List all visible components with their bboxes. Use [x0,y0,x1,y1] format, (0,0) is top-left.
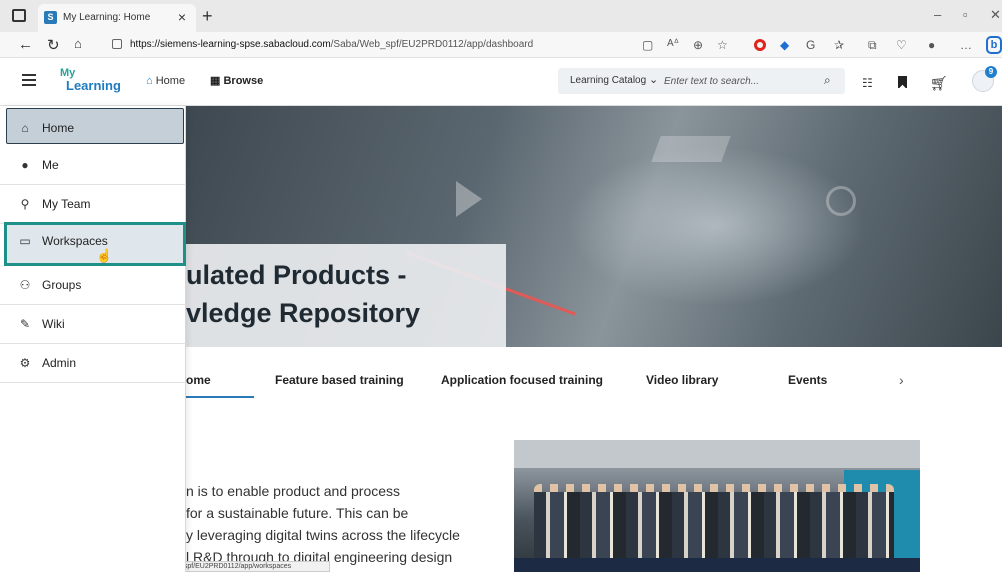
extension-icon[interactable] [754,39,766,51]
tab-video-library[interactable]: Video library [646,373,718,387]
intro-line: for a sustainable future. This can be [186,505,409,521]
hero-title: ulated Products - vledge Repository [186,260,421,328]
notification-badge: 9 [985,66,997,78]
more-icon[interactable]: … [960,38,972,52]
hero-title-box: ulated Products - vledge Repository [186,244,506,347]
tab-events[interactable]: Events [788,373,827,387]
sidebar-item-label: Groups [42,278,82,292]
refresh-icon[interactable]: ↻ [47,36,60,54]
browser-tab-bar: S My Learning: Home × + – ▫ ✕ [0,0,1002,32]
search-icon[interactable]: ⌕ [824,73,831,88]
new-tab-icon[interactable]: + [202,6,213,27]
magnifier-icon [826,186,856,216]
tab-actions-icon[interactable] [12,9,26,22]
nav-browse-label: Browse [223,75,264,87]
cart-icon[interactable]: 🛒︎ [930,75,948,92]
url-host: https://siemens-learning-spse.sabacloud.… [130,39,331,50]
tab-feature-based-training[interactable]: Feature based training [275,373,404,387]
intro-line: n is to enable product and process [186,483,401,499]
profile-icon[interactable]: ● [928,38,935,52]
read-aloud-icon[interactable]: Aᐞ [667,38,679,49]
chevron-right-icon[interactable]: › [899,372,904,388]
url-field[interactable]: https://siemens-learning-spse.sabacloud.… [100,35,620,55]
intro-text: n is to enable product and process for a… [186,480,506,568]
admin-icon: ⚙ [19,356,31,370]
nav-home[interactable]: ⌂ Home [146,75,185,87]
zoom-icon[interactable]: ⊕ [693,38,703,52]
sidebar-item-wiki[interactable]: ✎ Wiki [0,305,186,344]
person-icon: ● [21,158,29,172]
hero-banner: ulated Products - vledge Repository [186,106,1002,347]
search-scope-select[interactable]: Learning Catalog [570,75,646,86]
reader-icon[interactable]: ▢ [642,38,653,52]
extension-3-icon[interactable]: G [806,38,815,52]
bookmark-icon[interactable] [898,76,907,88]
nav-home-label: Home [155,75,186,87]
sidebar-item-label: Home [42,121,75,135]
sidebar-item-workspaces[interactable]: ▭ Workspaces [4,222,186,266]
menu-icon[interactable] [22,74,36,86]
grid-icon: ▦ [210,75,221,87]
tab-home[interactable]: ome [186,373,211,387]
tab-close-icon[interactable]: × [178,9,186,25]
browser-essentials-icon[interactable]: ♡ [896,38,907,52]
avatar[interactable]: 9 [972,66,997,92]
browser-tab[interactable]: S My Learning: Home × [38,4,196,32]
intro-line: y leveraging digital twins across the li… [186,527,460,543]
nav-browse[interactable]: ▦ Browse [210,74,263,87]
home-icon[interactable]: ⌂ [74,36,82,51]
tab-application-focused-training[interactable]: Application focused training [441,373,603,387]
sidebar-item-label: Wiki [42,317,65,331]
minimize-icon[interactable]: – [934,7,941,22]
sidebar-item-me[interactable]: ● Me [0,146,186,185]
extension-2-icon[interactable]: ◆ [780,38,789,52]
site-favicon-icon: S [44,11,57,24]
home-nav-icon: ⌂ [146,75,153,87]
url-path: /Saba/Web_spf/EU2PRD0112/app/dashboard [330,39,534,50]
search-bar: Learning Catalog ⌄ ⌕ [558,68,845,94]
team-icon: ⚲ [20,197,30,211]
mylearning-logo[interactable]: My Learning [60,67,130,97]
restore-icon[interactable]: ▫ [963,7,968,22]
sidebar-item-label: Me [42,158,59,172]
wiki-icon: ✎ [19,317,31,331]
sidebar-item-label: Admin [42,356,77,370]
sidebar-item-home[interactable]: ⌂ Home [6,108,184,144]
home-icon: ⌂ [21,121,29,135]
sidebar-item-admin[interactable]: ⚙ Admin [0,344,186,383]
lock-icon[interactable] [112,39,122,49]
address-bar-row: ← ↻ ⌂ https://siemens-learning-spse.saba… [0,32,1002,58]
sidebar-item-label: My Team [42,197,91,211]
sidebar-menu: ⌂ Home ● Me ⚲ My Team ▭ Workspaces ⚇ Gro… [0,106,186,572]
team-photo [514,440,920,572]
page-tabs: ome Feature based training Application f… [186,364,1002,398]
graduation-cap-icon [651,136,731,162]
hand-cursor-icon: ☝ [96,248,113,263]
play-icon [456,181,482,217]
window-close-icon[interactable]: ✕ [990,7,1001,23]
sidebar-item-label: Workspaces [42,234,108,248]
back-icon[interactable]: ← [18,36,33,53]
filter-icon[interactable]: ☷ [862,76,873,90]
app-header: My Learning ⌂ Home ▦ Browse Learning Cat… [0,58,1002,106]
logo-learning: Learning [66,78,121,93]
favorites-icon[interactable]: ✰ [834,38,844,52]
search-input[interactable] [664,72,804,90]
sidebar-item-my-team[interactable]: ⚲ My Team [0,185,186,224]
bing-icon[interactable]: b [986,36,1002,54]
workspace-icon: ▭ [19,234,31,248]
hero-glow [566,146,866,306]
chevron-down-icon[interactable]: ⌄ [649,73,658,86]
active-tab-indicator [186,396,254,398]
favorite-icon[interactable]: ☆ [717,38,728,52]
sidebar-item-groups[interactable]: ⚇ Groups [0,266,186,305]
collections-icon[interactable]: ⧉ [868,38,877,53]
groups-icon: ⚇ [19,278,31,292]
tab-title: My Learning: Home [63,12,151,23]
